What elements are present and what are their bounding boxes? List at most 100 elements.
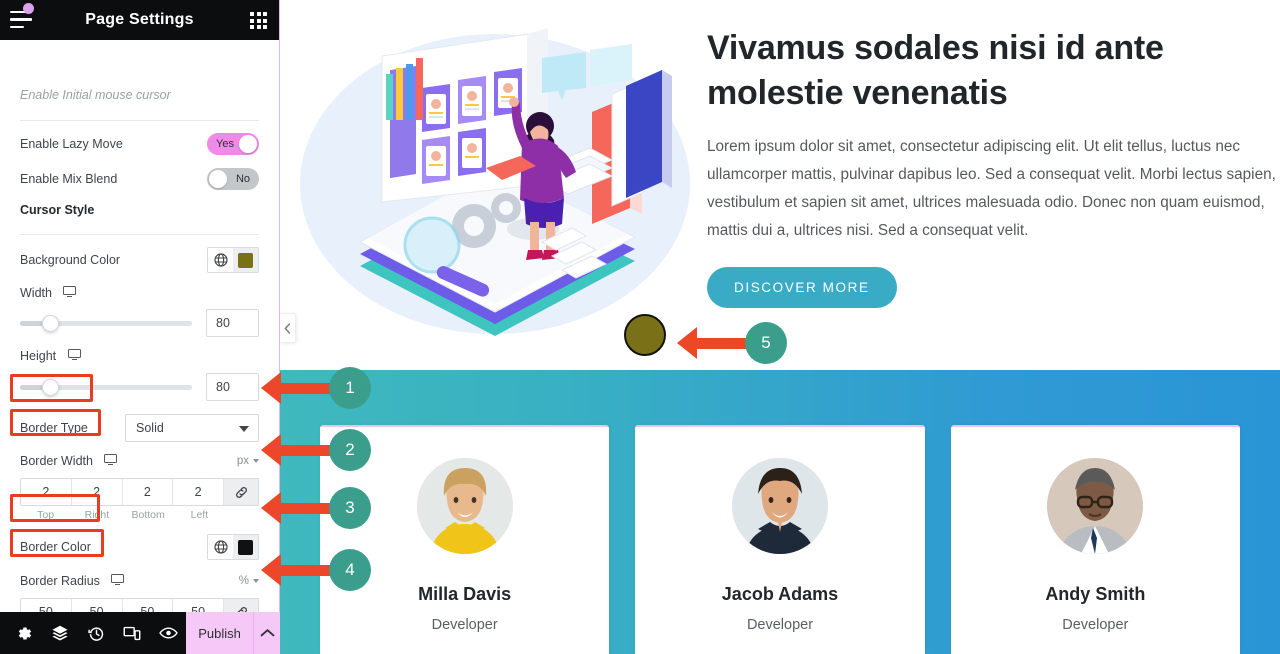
team-member-name: Andy Smith — [1045, 584, 1146, 604]
chevron-up-icon[interactable] — [253, 612, 280, 654]
swatch-fill — [238, 252, 253, 268]
border-width-top-input[interactable]: 2 — [21, 479, 72, 505]
width-label-text: Width — [20, 286, 52, 300]
page-settings-panel: Page Settings Enable Initial mouse curso… — [0, 0, 280, 654]
link-chain-icon[interactable] — [224, 479, 258, 505]
globe-icon[interactable] — [208, 248, 233, 272]
cursor-style-heading: Cursor Style — [20, 203, 95, 217]
divider — [20, 120, 259, 121]
mix-blend-toggle[interactable]: No — [207, 168, 259, 190]
border-width-unit-value: px — [236, 455, 249, 467]
team-member-role: Developer — [1062, 617, 1129, 633]
preview-eye-icon[interactable] — [150, 612, 186, 654]
lazy-move-toggle[interactable]: Yes — [207, 133, 259, 155]
publish-button[interactable]: Publish — [186, 612, 254, 654]
border-type-label: Border Type — [20, 421, 88, 435]
border-width-inputs: 2 2 2 2 — [20, 478, 259, 506]
team-member-name: Jacob Adams — [721, 584, 839, 604]
background-color-swatch[interactable] — [233, 248, 258, 272]
border-type-select[interactable]: Solid — [125, 414, 259, 442]
lazy-move-label: Enable Lazy Move — [20, 137, 123, 151]
monitor-device-icon[interactable] — [63, 286, 77, 298]
editor-bottom-toolbar: Publish — [0, 612, 280, 654]
discover-more-button[interactable]: DISCOVER MORE — [707, 267, 897, 309]
width-slider[interactable] — [20, 314, 192, 332]
border-radius-label-text: Border Radius — [20, 574, 100, 588]
caption-left: Left — [190, 509, 209, 521]
annotation-arrow-head — [261, 554, 281, 586]
globe-icon[interactable] — [208, 535, 233, 559]
height-slider-row: 80 — [20, 373, 259, 401]
page-title: Vivamus sodales nisi id ante molestie ve… — [707, 29, 1164, 112]
border-width-label: Border Width — [20, 454, 118, 468]
width-label-row: Width — [20, 286, 259, 300]
history-clock-icon[interactable] — [78, 612, 114, 654]
width-input[interactable]: 80 — [206, 309, 259, 337]
team-cards: Milla Davis Developer Jacob Adams Develo… — [280, 425, 1280, 654]
monitor-device-icon[interactable] — [67, 349, 81, 361]
annotation-badge: 1 — [329, 367, 371, 409]
border-width-bottom-input[interactable]: 2 — [123, 479, 174, 505]
team-member-role: Developer — [746, 617, 814, 633]
team-card[interactable]: Jacob Adams Developer — [635, 425, 925, 654]
hero-copy: Vivamus sodales nisi id ante molestie ve… — [707, 26, 1279, 309]
settings-gear-icon[interactable] — [6, 612, 42, 654]
height-label-row: Height — [20, 349, 259, 363]
team-management-isometric-illustration — [290, 16, 710, 356]
caption-bottom: Bottom — [131, 509, 165, 521]
annotation-arrow-head — [677, 327, 697, 359]
panel-collapse-toggle[interactable] — [280, 313, 296, 343]
border-width-unit-select[interactable]: px — [237, 455, 259, 467]
width-slider-row: 80 — [20, 309, 259, 337]
chevron-down-icon — [239, 426, 249, 432]
annotation-badge: 4 — [329, 549, 371, 591]
slider-thumb[interactable] — [42, 314, 59, 332]
panel-body: Enable Initial mouse cursor Enable Lazy … — [0, 40, 279, 631]
chevron-down-icon — [253, 459, 259, 463]
team-section-band: Milla Davis Developer Jacob Adams Develo… — [280, 370, 1280, 654]
hero-paragraph: Lorem ipsum dolor sit amet, consectetur … — [707, 137, 1276, 240]
border-width-left-input[interactable]: 2 — [173, 479, 224, 505]
responsive-mode-icon[interactable] — [114, 612, 150, 654]
monitor-device-icon[interactable] — [111, 574, 125, 586]
height-label: Height — [20, 349, 81, 363]
border-radius-row: Border Radius % — [20, 574, 259, 588]
height-slider[interactable] — [20, 378, 192, 396]
annotation-arrow-line — [697, 338, 747, 349]
panel-title: Page Settings — [85, 11, 194, 28]
caption-right: Right — [84, 509, 110, 521]
team-member-name: Milla Davis — [418, 584, 512, 604]
avatar — [416, 458, 513, 554]
border-color-swatch[interactable] — [233, 535, 258, 559]
border-width-right-input[interactable]: 2 — [72, 479, 123, 505]
annotation-badge: 2 — [329, 429, 371, 471]
slider-thumb[interactable] — [42, 378, 59, 396]
annotation-arrow-head — [261, 492, 281, 524]
background-color-picker[interactable] — [207, 247, 259, 273]
border-width-fields: 2 2 2 2 Top Right Bottom Left — [20, 478, 259, 521]
team-member-role: Developer — [431, 617, 498, 633]
panel-header: Page Settings — [0, 0, 279, 40]
toolbar-icons — [0, 612, 186, 654]
border-radius-unit-select[interactable]: % — [239, 575, 259, 587]
border-color-label: Border Color — [20, 540, 91, 554]
divider — [20, 234, 259, 235]
apps-grid-icon[interactable] — [250, 12, 267, 29]
lazy-move-row: Enable Lazy Move Yes — [20, 133, 259, 155]
screen-root: Vivamus sodales nisi id ante molestie ve… — [0, 0, 1280, 654]
annotation-badge: 5 — [745, 322, 787, 364]
notification-dot — [23, 3, 34, 14]
height-input[interactable]: 80 — [206, 373, 259, 401]
layers-navigator-icon[interactable] — [42, 612, 78, 654]
team-card[interactable]: Andy Smith Developer — [950, 425, 1240, 654]
width-label: Width — [20, 286, 77, 300]
border-radius-label: Border Radius — [20, 574, 125, 588]
cursor-style-heading-row: Cursor Style — [20, 203, 259, 217]
border-width-captions: Top Right Bottom Left — [20, 509, 259, 521]
mix-blend-row: Enable Mix Blend No — [20, 168, 259, 190]
initial-cursor-note-row: Enable Initial mouse cursor — [20, 88, 259, 102]
monitor-device-icon[interactable] — [104, 454, 118, 466]
background-color-label: Background Color — [20, 253, 121, 267]
border-color-picker[interactable] — [207, 534, 259, 560]
